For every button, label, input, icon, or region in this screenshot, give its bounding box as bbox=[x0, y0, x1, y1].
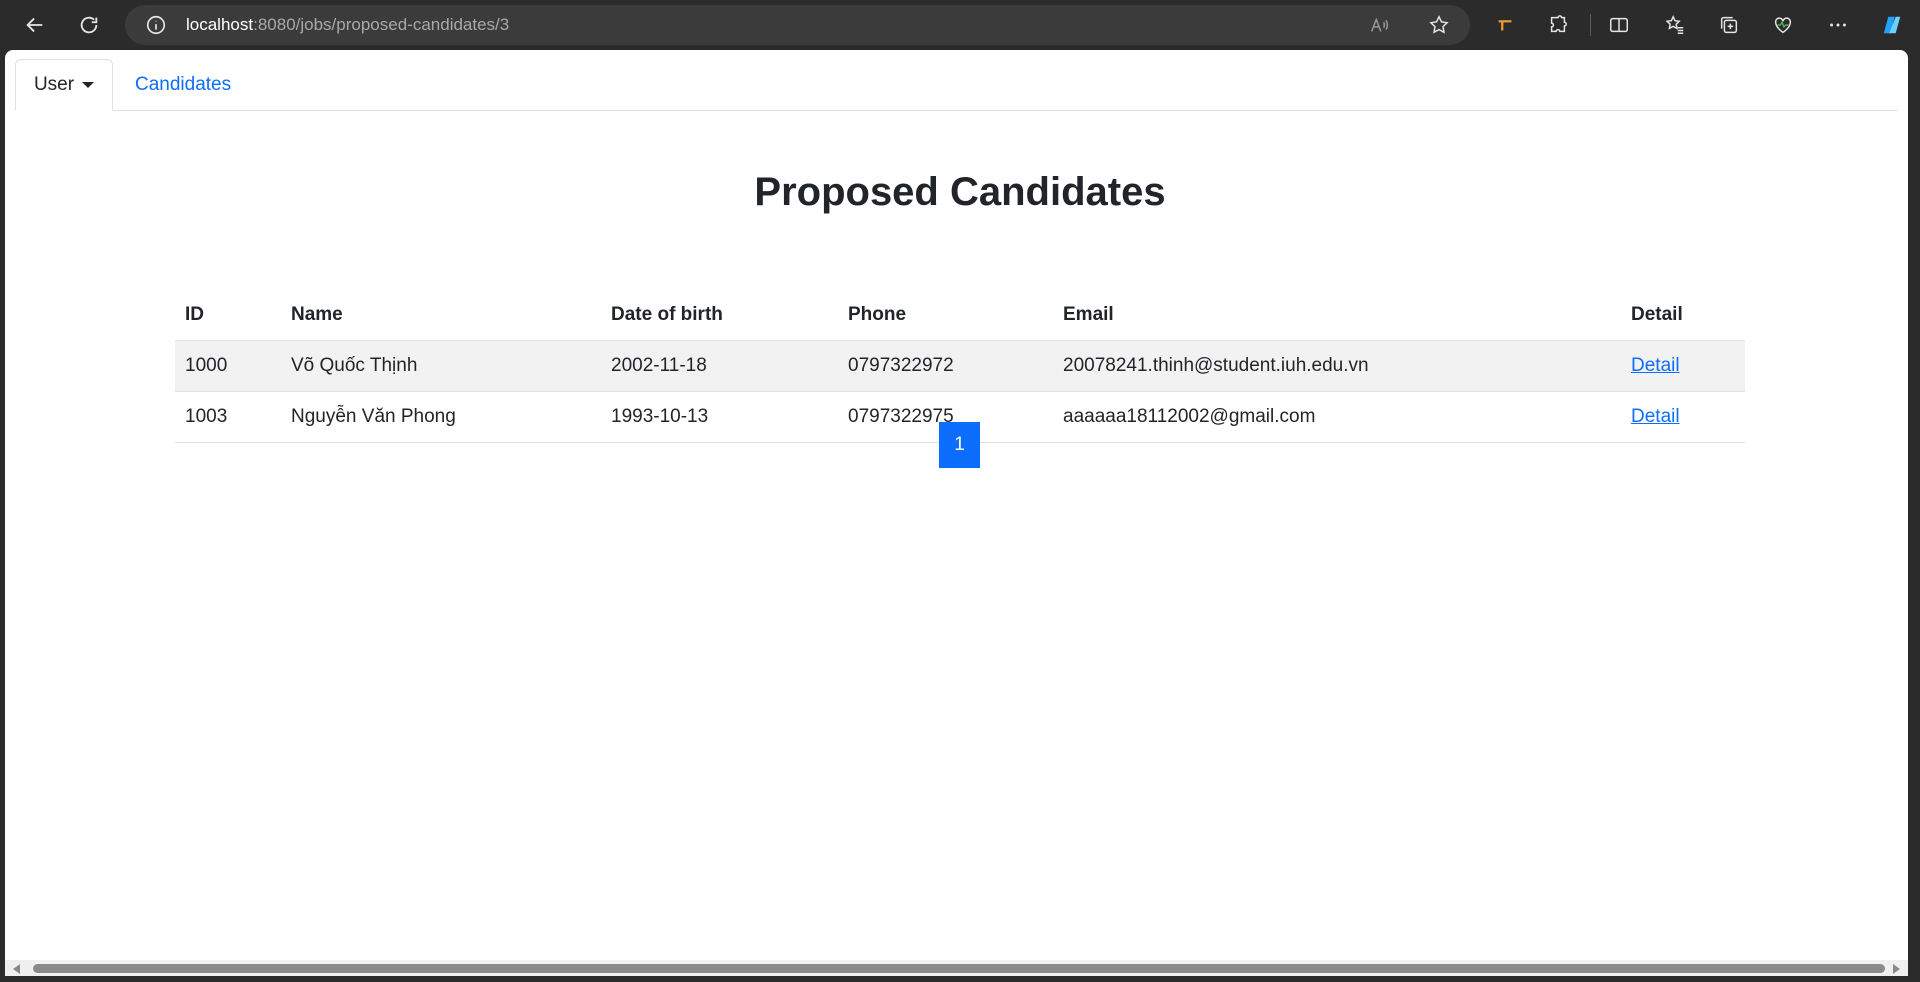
more-dots-icon bbox=[1830, 23, 1846, 27]
tab-candidates[interactable]: Candidates bbox=[123, 59, 243, 111]
cell-id: 1000 bbox=[175, 340, 281, 392]
top-nav-tabs: User Candidates bbox=[5, 50, 1908, 111]
favorites-list-icon bbox=[1665, 15, 1684, 34]
copilot-button[interactable] bbox=[1873, 6, 1911, 44]
scroll-left-arrow-icon[interactable] bbox=[13, 964, 20, 974]
copilot-icon bbox=[1883, 16, 1901, 34]
detail-link[interactable]: Detail bbox=[1631, 355, 1680, 376]
detail-link[interactable]: Detail bbox=[1631, 406, 1680, 427]
table-header-row: ID Name Date of birth Phone Email Detail bbox=[175, 289, 1745, 341]
favorite-star-icon[interactable] bbox=[1428, 14, 1450, 36]
window-bottom-edge bbox=[0, 976, 1920, 982]
cell-dob: 2002-11-18 bbox=[601, 340, 838, 392]
url-host: localhost bbox=[186, 15, 254, 34]
cell-name: Võ Quốc Thịnh bbox=[281, 340, 601, 392]
collections-icon bbox=[1720, 16, 1738, 34]
heart-pulse-icon bbox=[1774, 17, 1792, 34]
pagination-page-button[interactable]: 1 bbox=[939, 422, 980, 468]
cell-detail: Detail bbox=[1621, 391, 1745, 443]
url-text[interactable]: localhost:8080/jobs/proposed-candidates/… bbox=[186, 5, 509, 45]
extension-orange-icon bbox=[1498, 20, 1512, 31]
refresh-icon bbox=[80, 16, 98, 34]
col-header-phone: Phone bbox=[838, 289, 1053, 341]
cell-phone: 0797322972 bbox=[838, 340, 1053, 392]
refresh-button[interactable] bbox=[70, 6, 108, 44]
read-aloud-icon[interactable] bbox=[1368, 14, 1390, 36]
puzzle-icon bbox=[1550, 15, 1567, 33]
address-bar[interactable]: localhost:8080/jobs/proposed-candidates/… bbox=[125, 5, 1470, 45]
browser-essentials-button[interactable] bbox=[1764, 6, 1802, 44]
info-icon[interactable] bbox=[145, 14, 167, 36]
cell-email: aaaaaa18112002@gmail.com bbox=[1053, 391, 1621, 443]
browser-toolbar: localhost:8080/jobs/proposed-candidates/… bbox=[0, 0, 1920, 50]
toolbar-divider bbox=[1590, 14, 1591, 36]
cell-dob: 1993-10-13 bbox=[601, 391, 838, 443]
candidates-table: ID Name Date of birth Phone Email Detail… bbox=[175, 289, 1745, 443]
collections-button[interactable] bbox=[1710, 6, 1748, 44]
nav-divider bbox=[15, 110, 1898, 111]
more-button[interactable] bbox=[1819, 6, 1857, 44]
caret-down-icon bbox=[82, 82, 95, 88]
split-screen-button[interactable] bbox=[1600, 6, 1638, 44]
split-screen-icon bbox=[1610, 17, 1628, 33]
back-button[interactable] bbox=[16, 6, 54, 44]
table-row: 1000 Võ Quốc Thịnh 2002-11-18 0797322972… bbox=[175, 340, 1745, 392]
arrow-left-icon bbox=[26, 17, 43, 33]
col-header-detail: Detail bbox=[1621, 289, 1745, 341]
scroll-right-arrow-icon[interactable] bbox=[1893, 964, 1900, 974]
col-header-dob: Date of birth bbox=[601, 289, 838, 341]
cell-detail: Detail bbox=[1621, 340, 1745, 392]
col-header-email: Email bbox=[1053, 289, 1621, 341]
url-path: :8080/jobs/proposed-candidates/3 bbox=[253, 15, 510, 34]
page-viewport: User Candidates Proposed Candidates ID N… bbox=[5, 50, 1908, 960]
col-header-id: ID bbox=[175, 289, 281, 341]
scrollbar-thumb[interactable] bbox=[33, 964, 1885, 973]
cell-name: Nguyễn Văn Phong bbox=[281, 391, 601, 443]
tab-user-dropdown[interactable]: User bbox=[15, 59, 113, 111]
cell-email: 20078241.thinh@student.iuh.edu.vn bbox=[1053, 340, 1621, 392]
favorites-button[interactable] bbox=[1656, 6, 1694, 44]
col-header-name: Name bbox=[281, 289, 601, 341]
tab-user-label: User bbox=[33, 74, 75, 95]
horizontal-scrollbar[interactable] bbox=[5, 960, 1908, 976]
page-title: Proposed Candidates bbox=[754, 170, 1166, 214]
cell-id: 1003 bbox=[175, 391, 281, 443]
extension-button[interactable] bbox=[1486, 6, 1524, 44]
extensions-button[interactable] bbox=[1539, 6, 1577, 44]
